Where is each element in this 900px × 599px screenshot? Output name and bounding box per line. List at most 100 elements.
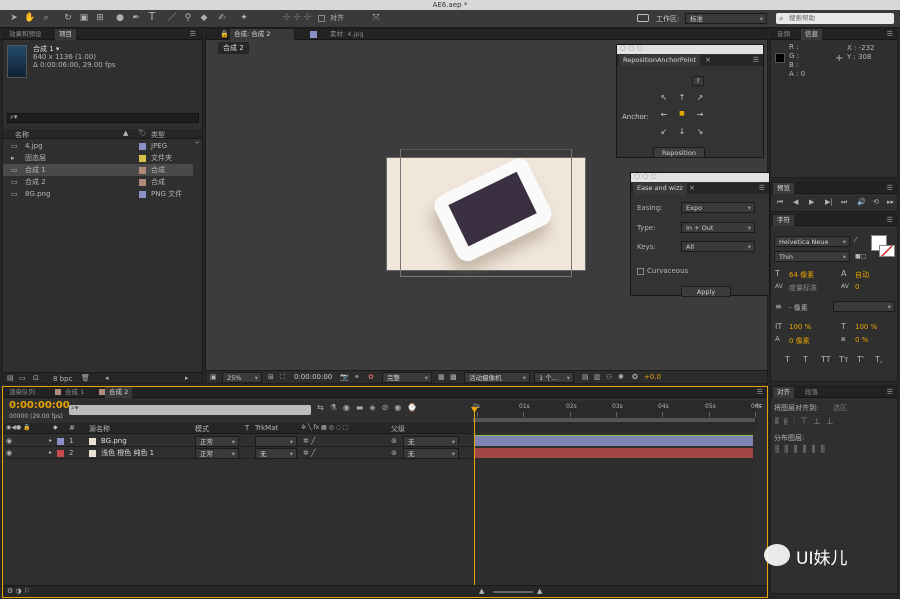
leading-value[interactable]: 自动 (855, 270, 869, 280)
layer-trkmat-select[interactable]: 无 (255, 448, 297, 459)
pickwhip-icon[interactable]: ⊚ (391, 435, 397, 447)
layer-name[interactable]: 浅色 橙色 纯色 1 (101, 447, 154, 459)
anchor-left-icon[interactable]: ← (659, 110, 669, 119)
resolution-select[interactable]: 完整 (382, 372, 432, 383)
hscale-value[interactable]: 100 % (855, 323, 877, 331)
apply-button[interactable]: Apply (681, 286, 731, 297)
lock-icon[interactable]: 🔒 (220, 30, 229, 38)
snapshot-icon[interactable]: 📷 (340, 373, 349, 381)
shape-tool-icon[interactable]: ● (114, 12, 126, 24)
window-buttons[interactable]: ○ ○ ○ (634, 172, 657, 180)
hand-tool-icon[interactable]: ✋ (24, 12, 36, 24)
tab-project[interactable]: 项目 (55, 29, 76, 40)
zoom-out-icon[interactable]: ▲ (479, 587, 484, 595)
zoom-select[interactable]: 25% (222, 372, 262, 383)
layer-duration-bar[interactable] (475, 448, 753, 458)
new-folder-icon[interactable]: ▭ (19, 374, 26, 382)
align-checkbox[interactable] (318, 15, 325, 22)
name-header[interactable]: 源名称 (89, 424, 110, 434)
close-icon[interactable]: × (689, 184, 695, 192)
anchor-bottom-left-icon[interactable]: ↙ (659, 127, 669, 136)
parent-header[interactable]: 父级 (391, 424, 405, 434)
anchor-bottom-icon[interactable]: ↓ (677, 127, 687, 136)
stroke-color-swatch[interactable] (879, 245, 895, 257)
layer-trkmat-select[interactable] (255, 436, 297, 447)
font-select[interactable]: Helvetica Neue (774, 236, 850, 247)
tab-effects[interactable]: 效果和预设 (5, 29, 46, 40)
eyedropper-icon[interactable]: ⁄ (855, 236, 856, 244)
timeline-timecode[interactable]: 0:00:00:00 (9, 400, 70, 411)
layer-parent-select[interactable]: 无 (403, 436, 459, 447)
trash-icon[interactable]: 🗑 (81, 374, 90, 382)
distribute-buttons[interactable]: ⫼⫼⫼⫼⫼⫼ (775, 445, 830, 455)
pen-tool-icon[interactable]: ✒ (130, 12, 142, 24)
views-select[interactable]: 1 个... (534, 372, 574, 383)
viewer-timecode[interactable]: 0:00:00:00 (294, 373, 332, 381)
fast-preview-icon[interactable]: ✺ (618, 373, 624, 381)
eraser-tool-icon[interactable]: ◆ (198, 12, 210, 24)
comp-subtab[interactable]: 合成 2 (218, 42, 249, 54)
work-area-bar[interactable] (473, 418, 755, 422)
anchor-bottom-right-icon[interactable]: ↘ (695, 127, 705, 136)
stroke-width-value[interactable]: - 像素 (789, 303, 808, 313)
pickwhip-icon[interactable]: ⊚ (391, 447, 397, 459)
text-style-button[interactable]: T (803, 355, 808, 364)
anchor-top-right-icon[interactable]: ↗ (695, 93, 705, 102)
workspace-select[interactable]: 标准 (685, 13, 767, 24)
tab-align[interactable]: 对齐 (773, 387, 794, 398)
bpc-label[interactable]: 8 bpc (53, 375, 72, 383)
text-style-button[interactable]: T, (875, 355, 882, 364)
trkmat-header[interactable]: TrkMat (255, 424, 278, 432)
baseline-value[interactable]: 0 像素 (789, 336, 810, 346)
ram-preview-icon[interactable]: ▸▸ (887, 198, 894, 206)
font-size-value[interactable]: 64 像素 (789, 270, 814, 280)
table-row[interactable]: ◉ ▸ 2 浅色 橙色 纯色 1 正常 无 ✲ ╱ ⊚ 无 (3, 447, 473, 459)
transparency-grid-icon[interactable]: ▩ (450, 373, 457, 381)
layer-duration-bar[interactable] (475, 436, 753, 446)
pan-behind-tool-icon[interactable]: ⊞ (94, 12, 106, 24)
render-icon[interactable]: ▤ (582, 373, 589, 381)
anchor-top-icon[interactable]: ↑ (677, 93, 687, 102)
zoom-in-icon[interactable]: ▲ (537, 587, 542, 595)
list-item[interactable]: ▭ 4.jpg JPEG (3, 140, 193, 152)
col-type-header[interactable]: 类型 (151, 130, 165, 140)
timeline-icon[interactable]: ▥ (594, 373, 601, 381)
tab-paragraph[interactable]: 段落 (801, 387, 822, 398)
type-select[interactable]: In + Out (681, 222, 755, 233)
anchor-center-icon[interactable]: ■ (677, 110, 687, 117)
last-frame-icon[interactable]: ⏭ (841, 198, 847, 207)
ease-title[interactable]: Ease and wizz (633, 183, 687, 194)
panel-menu-icon[interactable]: ☰ (757, 388, 763, 396)
tsume-value[interactable]: 0 % (855, 336, 868, 344)
channel-icon[interactable]: ✿ (368, 373, 374, 381)
puppet-tool-icon[interactable]: ✦ (238, 12, 250, 24)
text-style-button[interactable]: Tт (839, 355, 849, 364)
tab-footage[interactable]: 素材: 4.jpg (326, 29, 368, 40)
close-icon[interactable]: × (705, 56, 711, 64)
next-frame-icon[interactable]: ▶| (825, 198, 833, 206)
layer-mode-select[interactable]: 正常 (195, 436, 239, 447)
safe-zone-icon[interactable]: ⛶ (280, 373, 285, 382)
exposure-value[interactable]: +0.0 (644, 373, 661, 381)
text-style-button[interactable]: T (785, 355, 790, 364)
keys-select[interactable]: All (681, 241, 755, 252)
visibility-icon[interactable]: ◉ (6, 435, 12, 447)
anchor-right-icon[interactable]: → (695, 110, 705, 119)
panel-menu-icon[interactable]: ☰ (753, 56, 759, 64)
reposition-button[interactable]: Reposition (653, 147, 705, 158)
vscale-value[interactable]: 100 % (789, 323, 811, 331)
brush-tool-icon[interactable]: ／ (166, 12, 178, 24)
flowchart-icon[interactable]: ⑂ (195, 139, 199, 147)
tab-comp-2[interactable]: 合成: 合成 2 (230, 29, 294, 40)
panel-menu-icon[interactable]: ☰ (887, 216, 893, 224)
align-to-value[interactable]: 选区 (833, 403, 847, 413)
exposure-icon[interactable]: ✪ (632, 373, 638, 381)
visibility-icon[interactable]: ◉ (6, 447, 12, 459)
audio-icon[interactable]: 🔊 (857, 198, 866, 206)
tab-preview[interactable]: 预览 (773, 183, 794, 194)
style-select[interactable]: Thin (774, 251, 850, 262)
flowchart-icon[interactable]: ⚇ (606, 373, 612, 381)
show-snapshot-icon[interactable]: ⚭ (354, 373, 360, 381)
prev-frame-icon[interactable]: ◀ (793, 198, 798, 206)
snap-icon[interactable]: ⤧ (370, 12, 382, 24)
